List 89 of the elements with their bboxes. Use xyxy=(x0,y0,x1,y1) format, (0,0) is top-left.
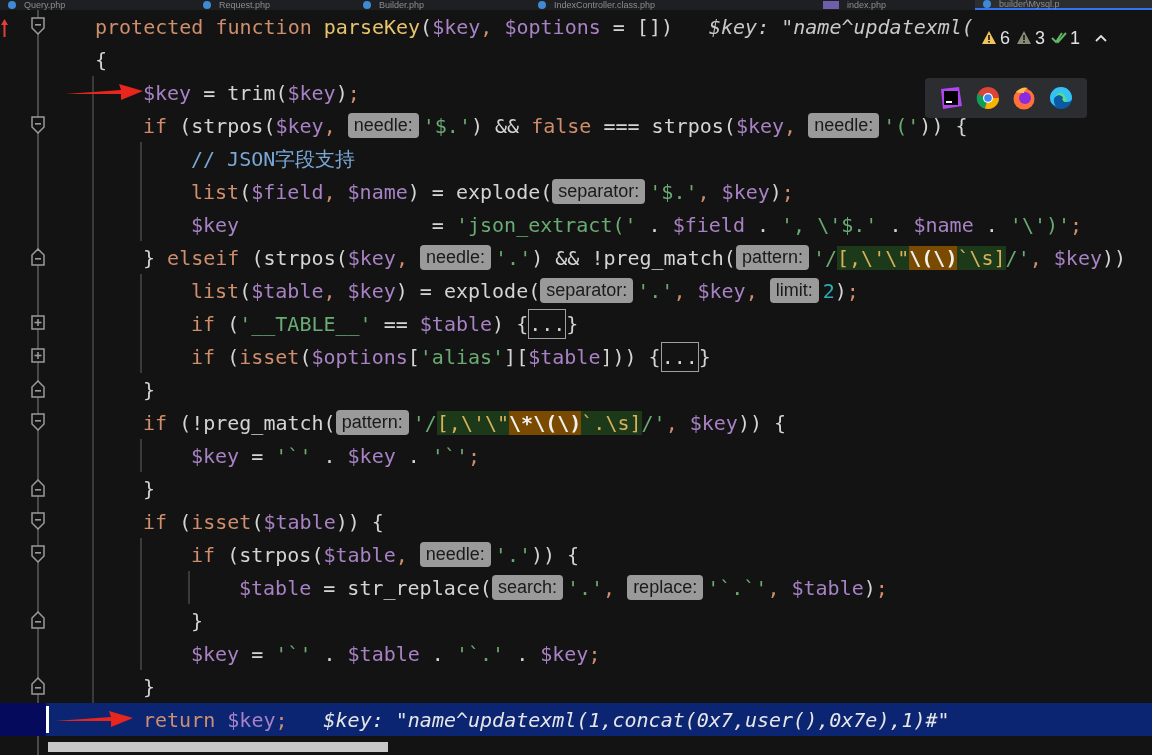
warning-icon[interactable] xyxy=(1016,30,1032,46)
inline-debug-value: $key: "name^updatexml(1,concat(0x7,user(),0x7e),1)#" xyxy=(323,706,950,734)
parameter-hint: search: xyxy=(491,575,563,600)
parameter-hint: separator: xyxy=(540,278,634,303)
fold-end-icon[interactable] xyxy=(31,248,45,266)
circle-logo-icon[interactable] xyxy=(1012,86,1037,110)
fold-marker-icon[interactable] xyxy=(31,512,45,530)
code-text: '/[,\'\"\*\(\)`.\s]/', $key)) { xyxy=(412,409,787,437)
code-text: '.') && !preg_match( xyxy=(495,244,736,272)
code-text: 2); xyxy=(822,277,859,305)
code-comment: // JSON字段支持 xyxy=(191,145,356,173)
code-text: list($table, $key) = explode( xyxy=(191,277,541,305)
code-text: '.')) { xyxy=(494,541,580,569)
folded-code-button[interactable]: ... xyxy=(660,341,699,372)
editor-tab[interactable]: Query.php xyxy=(0,0,195,10)
fold-end-icon[interactable] xyxy=(31,677,45,695)
folded-code-button[interactable]: ... xyxy=(528,308,567,339)
fold-marker-icon[interactable] xyxy=(31,17,45,35)
parameter-hint: pattern: xyxy=(335,410,409,435)
code-text: '.', $key, xyxy=(637,277,759,305)
inspection-count: 6 xyxy=(1000,26,1010,50)
code-text: $table = str_replace( xyxy=(239,574,492,602)
double-check-icon[interactable] xyxy=(1051,30,1068,46)
file-icon xyxy=(203,1,211,9)
code-text: $key = 'json_extract(' . $field . ', \'$.' . $name . '\')'; xyxy=(191,211,1083,239)
gutter-highlight xyxy=(0,703,46,736)
code-text: '.', xyxy=(566,574,617,602)
code-text: } xyxy=(698,343,711,371)
code-text: '`.`', $table); xyxy=(707,574,888,602)
code-text: if (strpos($key, xyxy=(143,112,337,140)
parameter-hint: pattern: xyxy=(735,245,809,270)
code-text: $key = '`' . $table . '`.' . $key; xyxy=(191,640,601,668)
code-text: if ('__TABLE__' == $table) { xyxy=(191,310,529,338)
circle-logo-icon[interactable] xyxy=(975,86,1000,110)
parameter-hint: limit: xyxy=(769,278,819,303)
code-text: '/[,\'\"\(\)`\s]/', $key)) xyxy=(812,244,1127,272)
circle-logo-icon[interactable] xyxy=(1048,86,1073,110)
editor-tab[interactable]: index.php xyxy=(815,0,975,10)
fold-end-icon[interactable] xyxy=(31,380,45,398)
text-cursor xyxy=(46,706,49,733)
editor-tab[interactable]: Request.php xyxy=(195,0,355,10)
code-text: } xyxy=(143,673,156,701)
inspection-count: 1 xyxy=(1070,26,1081,50)
code-text: } xyxy=(143,376,156,404)
parameter-hint: needle: xyxy=(347,113,419,138)
parameter-hint: needle: xyxy=(419,542,491,567)
inline-debug-value: $key: "name^updatexml( xyxy=(709,13,974,41)
code-text: if (isset($options['alias'][$table])) { xyxy=(191,343,661,371)
editor-tab[interactable]: builder\Mysql.p xyxy=(975,0,1152,10)
parameter-hint: needle: xyxy=(420,245,492,270)
file-icon xyxy=(983,0,991,8)
code-text: $key = trim($key); xyxy=(143,79,360,107)
code-text: '$.') && false === strpos($key, xyxy=(422,112,798,140)
code-text: protected function parseKey($key, $options = []) xyxy=(95,13,673,41)
file-icon xyxy=(538,1,546,9)
code-text: } elseif (strpos($key, xyxy=(143,244,409,272)
fold-end-icon[interactable] xyxy=(31,611,45,629)
parameter-hint: needle: xyxy=(808,113,880,138)
code-text: if (strpos($table, xyxy=(191,541,409,569)
fold-marker-icon[interactable] xyxy=(31,413,45,431)
code-text: $key = '`' . $key . '`'; xyxy=(191,442,480,470)
code-text: if (isset($table)) { xyxy=(143,508,384,536)
editor-tab[interactable]: Builder.php xyxy=(355,0,530,10)
horizontal-scrollbar[interactable] xyxy=(48,742,388,752)
warning-icon[interactable] xyxy=(981,30,997,46)
code-text: if (!preg_match( xyxy=(143,409,336,437)
code-text: '$.', $key); xyxy=(649,178,794,206)
expand-icon[interactable] xyxy=(31,347,45,365)
up-arrow-icon xyxy=(0,18,9,38)
code-text: { xyxy=(95,46,108,74)
code-text: return $key; xyxy=(143,706,288,734)
fold-marker-icon[interactable] xyxy=(31,116,45,134)
fold-end-icon[interactable] xyxy=(31,479,45,497)
code-text: } xyxy=(143,475,156,503)
editor-tab[interactable]: IndexController.class.php xyxy=(530,0,815,10)
fold-marker-icon[interactable] xyxy=(31,545,45,563)
file-icon xyxy=(8,1,16,9)
chevron-up-icon[interactable] xyxy=(1094,33,1109,43)
code-text: } xyxy=(566,310,579,338)
file-icon xyxy=(363,1,371,9)
code-text: '(')) { xyxy=(883,112,968,140)
expand-icon[interactable] xyxy=(31,314,45,332)
php-file-icon xyxy=(823,1,839,9)
code-text: } xyxy=(191,607,204,635)
parameter-hint: separator: xyxy=(552,179,646,204)
parameter-hint: replace: xyxy=(627,575,704,600)
square-logo-icon[interactable] xyxy=(939,86,964,110)
code-text: list($field, $name) = explode( xyxy=(191,178,553,206)
inspection-count: 3 xyxy=(1035,26,1046,50)
